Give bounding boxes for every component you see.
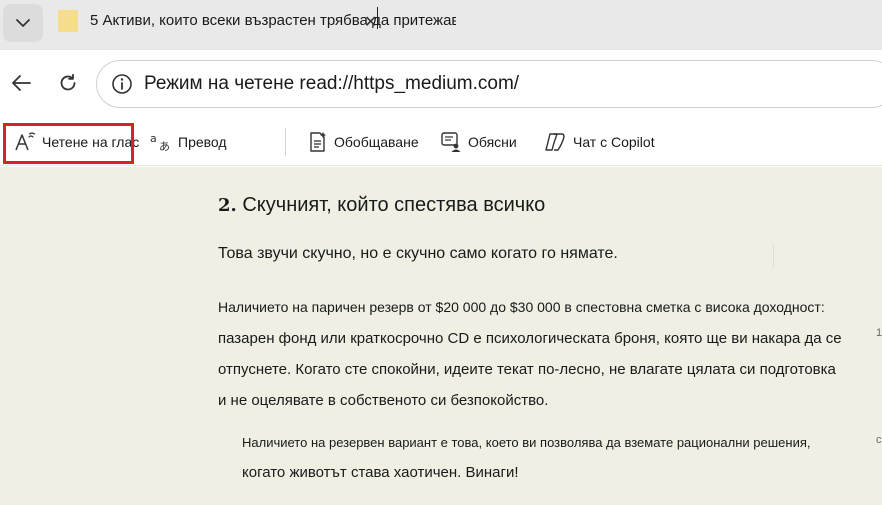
- toolbar-divider: [285, 128, 286, 156]
- paragraph-line: пазарен фонд или краткосрочно CD е психо…: [218, 330, 842, 347]
- summarize-button[interactable]: Обобщаване: [308, 128, 419, 156]
- active-tab[interactable]: 5 Активи, които всеки възрастен трябва д…: [46, 0, 468, 42]
- address-text[interactable]: Режим на четене read://https_medium.com/: [144, 73, 519, 95]
- blockquote-line: Наличието на резервен вариант е това, ко…: [242, 435, 811, 450]
- translate-icon: aあ: [150, 132, 172, 152]
- tab-favicon-icon: [58, 10, 78, 32]
- blockquote-line: когато животът става хаотичен. Винаги!: [242, 464, 519, 481]
- back-button[interactable]: [4, 66, 38, 100]
- refresh-button[interactable]: [51, 66, 85, 100]
- summarize-icon: [308, 131, 328, 153]
- svg-text:あ: あ: [159, 140, 170, 152]
- copilot-chat-button[interactable]: Чат с Copilot: [543, 128, 655, 156]
- address-bar[interactable]: Режим на четене read://https_medium.com/: [96, 60, 882, 108]
- paragraph-line: Наличието на паричен резерв от $20 000 д…: [218, 299, 825, 315]
- read-aloud-highlight-box: [3, 123, 134, 164]
- section-heading-text: Скучният, който спестява всичко: [242, 194, 546, 216]
- tab-title: 5 Активи, които всеки възрастен трябва д…: [90, 12, 468, 29]
- translate-label: Превод: [178, 134, 227, 150]
- translate-button[interactable]: aあ Превод: [150, 128, 227, 156]
- lead-sentence: Това звучи скучно, но е скучно само кога…: [218, 245, 774, 267]
- copilot-icon: [543, 132, 567, 152]
- info-icon[interactable]: [111, 73, 133, 95]
- refresh-icon: [58, 73, 78, 93]
- explain-label: Обясни: [468, 134, 517, 150]
- svg-text:a: a: [150, 132, 157, 145]
- blockquote: Наличието на резервен вариант е това, ко…: [242, 428, 882, 488]
- tab-close-icon[interactable]: ✕: [364, 12, 377, 32]
- chevron-down-icon: [15, 18, 31, 28]
- navigation-bar: Режим на четене read://https_medium.com/: [0, 50, 882, 118]
- tab-list-button[interactable]: [3, 4, 43, 42]
- paragraph-line: отпуснете. Когато сте спокойни, идеите т…: [218, 361, 836, 378]
- explain-button[interactable]: Обясни: [440, 128, 517, 156]
- clipped-text-fragment: 1: [876, 327, 882, 339]
- summarize-label: Обобщаване: [334, 134, 419, 150]
- text-cursor: [377, 7, 378, 29]
- tab-strip: 5 Активи, които всеки възрастен трябва д…: [0, 0, 882, 50]
- clipped-text-fragment: c: [876, 434, 882, 446]
- back-arrow-icon: [10, 74, 32, 92]
- reader-view: 2. Скучният, който спестява всичко Това …: [0, 167, 882, 505]
- tab-strip-empty-area: [456, 0, 882, 42]
- explain-icon: [440, 131, 462, 153]
- paragraph-line: и не оцелявате в собственото си безпокой…: [218, 392, 549, 409]
- paragraph: Наличието на паричен резерв от $20 000 д…: [218, 292, 858, 416]
- section-heading-number: 2.: [218, 195, 237, 216]
- copilot-chat-label: Чат с Copilot: [573, 134, 655, 150]
- section-heading: 2. Скучният, който спестява всичко: [218, 194, 545, 217]
